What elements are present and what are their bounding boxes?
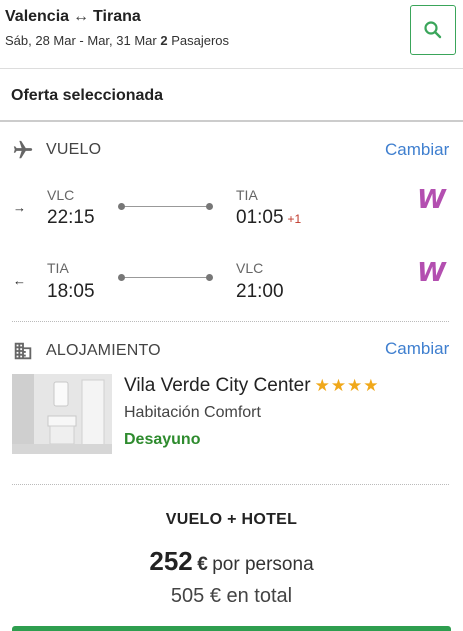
round-trip-arrows-icon: ↔: [73, 8, 90, 25]
outbound-arrow-icon: →: [13, 200, 26, 215]
flight-path-line: [118, 274, 213, 281]
continue-button[interactable]: [12, 626, 451, 631]
departure-airport-code: VLC: [47, 187, 75, 203]
flight-leg-outbound: → VLC 22:15 TIA 01:05 +1 W: [0, 185, 463, 235]
airline-logo-icon: W: [417, 185, 446, 215]
departure-dot: [118, 274, 125, 281]
passenger-count: 2: [160, 33, 168, 48]
hotel-section-header: ALOJAMIENTO: [12, 340, 161, 362]
arrival-dot: [206, 274, 213, 281]
change-hotel-link[interactable]: Cambiar: [385, 339, 449, 359]
hotel-section-label: ALOJAMIENTO: [46, 342, 161, 359]
arrival-airport-code: TIA: [236, 187, 258, 203]
hotel-name[interactable]: Vila Verde City Center: [124, 375, 311, 397]
arrival-time: 21:00: [236, 281, 284, 302]
total-amount: 505: [170, 585, 205, 607]
airline-logo-icon: W: [417, 258, 446, 288]
search-icon: [424, 21, 442, 39]
arrival-airport-code: VLC: [236, 260, 264, 276]
route: Valencia ↔ Tirana: [5, 8, 141, 26]
package-label: VUELO + HOTEL: [165, 511, 298, 528]
flight-path-line: [118, 203, 213, 210]
offer-bar: Oferta seleccionada: [0, 69, 463, 122]
board-type: Desayuno: [124, 431, 201, 448]
hotel-room-image: [12, 374, 112, 454]
price-per-person: 252 € por persona: [0, 546, 463, 577]
star-rating-icon: ★★★★: [314, 376, 380, 395]
origin-city: Valencia: [5, 8, 70, 25]
departure-time: 22:15: [47, 207, 95, 228]
arrival-time-wrap: 01:05 +1: [236, 207, 301, 229]
change-flight-link[interactable]: Cambiar: [385, 140, 449, 160]
departure-time: 18:05: [47, 281, 95, 302]
price-total: 505 € en total: [0, 585, 463, 608]
trip-dates: Sáb, 28 Mar - Mar, 31 Mar: [5, 33, 157, 48]
search-summary-header: Valencia ↔ Tirana Sáb, 28 Mar - Mar, 31 …: [0, 0, 463, 69]
trip-details: Sáb, 28 Mar - Mar, 31 Mar 2 Pasajeros: [5, 33, 229, 48]
destination-city: Tirana: [93, 8, 141, 25]
hotel-name-row: Vila Verde City Center ★★★★: [124, 375, 380, 397]
currency-symbol: €: [197, 554, 208, 575]
building-icon: [14, 342, 32, 360]
hotel-photo[interactable]: [12, 374, 112, 454]
total-currency: €: [209, 585, 221, 607]
airplane-icon: [13, 140, 33, 159]
flight-section-label: VUELO: [46, 141, 102, 158]
arrival-time: 01:05: [236, 207, 284, 228]
departure-airport-code: TIA: [47, 260, 69, 276]
per-person-amount: 252: [149, 546, 193, 576]
passenger-label: Pasajeros: [171, 33, 230, 48]
search-button[interactable]: [410, 5, 456, 55]
total-label: en total: [226, 585, 293, 607]
per-person-label: por persona: [212, 554, 314, 575]
flight-leg-return: ← TIA 18:05 VLC 21:00 W: [0, 258, 463, 308]
flight-section-header: VUELO: [12, 139, 101, 161]
section-divider: [12, 484, 449, 485]
departure-dot: [118, 203, 125, 210]
section-divider: [12, 321, 449, 322]
arrival-dot: [206, 203, 213, 210]
page-title: Oferta seleccionada: [11, 87, 164, 104]
room-type: Habitación Comfort: [124, 404, 261, 421]
day-offset-badge: +1: [287, 212, 302, 226]
return-arrow-icon: ←: [13, 273, 26, 288]
